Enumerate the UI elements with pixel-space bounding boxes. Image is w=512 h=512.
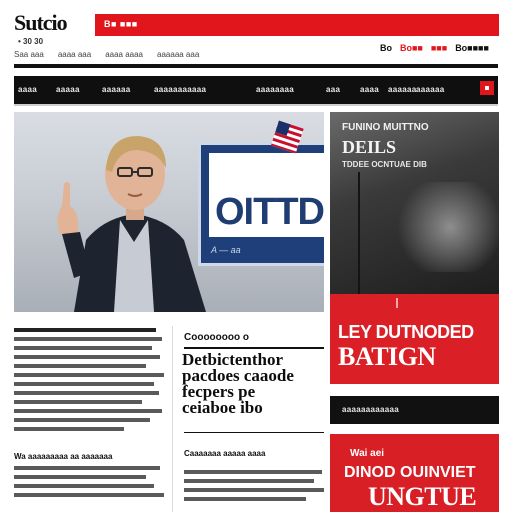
nav-item[interactable]: aaaaaaaa — [256, 85, 294, 94]
top-right-link[interactable]: ■■■ — [431, 43, 447, 53]
nav-item[interactable]: aaaaaa — [416, 85, 445, 94]
side4-kicker: Wai aei — [350, 448, 385, 459]
nav-item[interactable]: aaaa — [360, 85, 379, 94]
side-section-bar[interactable]: aaaaaaaaaaaa — [330, 396, 499, 424]
nav-item[interactable]: aaaa — [18, 85, 37, 94]
nav-item[interactable]: aaaaaaaaaaa — [154, 85, 206, 94]
feature-headline[interactable]: Detbictenthor pacdoes caaode fecpers pe … — [182, 351, 328, 417]
edition-link[interactable]: aaaa aaaa — [105, 50, 143, 59]
edition-link[interactable]: aaaaaa aaa — [157, 50, 199, 59]
text-line — [14, 373, 164, 377]
side4-line-2: UNGTUE — [368, 482, 477, 511]
text-line — [14, 391, 159, 395]
side1-title: DEILS — [342, 137, 397, 157]
nav-item[interactable]: aaaaa — [56, 85, 80, 94]
text-line — [14, 475, 146, 479]
speaker-figure — [57, 136, 206, 312]
pole-image — [358, 172, 360, 294]
text-line — [14, 418, 150, 422]
side3-label: aaaaaaaaaaaa — [342, 405, 399, 414]
us-flag-icon — [270, 120, 304, 154]
lead-story-byline[interactable]: Wa aaaaaaaaa aa aaaaaaa — [14, 452, 112, 461]
side-story-4[interactable]: Wai aei DINOD OUINVIET UNGTUE — [330, 434, 499, 512]
column-divider — [172, 326, 173, 512]
side2-headline: LEY DUTNODED — [338, 322, 474, 342]
text-line — [14, 328, 156, 332]
text-line — [14, 493, 164, 497]
text-line — [14, 337, 162, 341]
top-right-link[interactable]: Bo■■ — [400, 43, 423, 53]
feature-rule — [184, 347, 324, 349]
masthead-subline: • 30 30 — [18, 37, 44, 46]
lead-story-text — [14, 328, 164, 436]
nav-item[interactable]: aaa — [326, 85, 340, 94]
top-banner-label: B■ ■■■ — [104, 19, 138, 29]
top-right-link[interactable]: Bo — [380, 43, 392, 53]
text-line — [184, 479, 314, 483]
feature-text — [184, 470, 324, 506]
side-story-1[interactable]: FUNINO MUITTNO DEILS TDDEE OCNTUAE DIB — [330, 112, 499, 294]
text-line — [14, 382, 154, 386]
side4-line-1: DINOD OUINVIET — [344, 464, 476, 481]
nav-rule — [14, 104, 498, 106]
top-right-links: Bo Bo■■ ■■■ Bo■■■■ — [380, 43, 489, 53]
text-line — [14, 466, 160, 470]
headline-line: ceiaboe ibo — [182, 398, 263, 417]
text-line — [184, 488, 324, 492]
edition-links: Saa aaa aaaa aaa aaaa aaaa aaaaaa aaa — [14, 50, 199, 59]
text-line — [14, 355, 160, 359]
side1-sub: TDDEE OCNTUAE DIB — [342, 160, 427, 169]
side2-marker — [396, 298, 398, 308]
text-line — [14, 409, 162, 413]
text-line — [14, 364, 146, 368]
text-line — [14, 484, 154, 488]
main-nav: aaaa aaaaa aaaaaa aaaaaaaaaaa aaaaaaaa a… — [14, 76, 498, 104]
hero-photo[interactable]: OITTD A — aa — [14, 112, 324, 312]
edition-link[interactable]: aaaa aaa — [58, 50, 91, 59]
top-banner[interactable]: B■ ■■■ — [95, 14, 499, 36]
side-story-2[interactable]: LEY DUTNODED BATIGN — [330, 294, 499, 384]
menu-dot-icon — [485, 86, 489, 90]
text-line — [184, 470, 322, 474]
side1-kicker: FUNINO MUITTNO — [342, 122, 429, 133]
text-line — [184, 497, 306, 501]
nav-item[interactable]: aaaaaa — [102, 85, 131, 94]
text-line — [14, 427, 124, 431]
masthead-rule — [14, 64, 498, 68]
storm-cloud-image — [390, 182, 499, 272]
feature-rule-bottom — [184, 432, 324, 433]
feature-subhead[interactable]: Caaaaaaa aaaaa aaaa — [184, 449, 265, 458]
top-right-link[interactable]: Bo■■■■ — [455, 43, 489, 53]
nav-item[interactable]: aaaaaa — [388, 85, 417, 94]
text-line — [14, 400, 142, 404]
nav-menu-button[interactable] — [480, 81, 494, 95]
feature-kicker[interactable]: Coooooooo o — [184, 332, 249, 343]
text-line — [14, 346, 152, 350]
site-logo[interactable]: Sutcio — [14, 10, 68, 36]
edition-link[interactable]: Saa aaa — [14, 50, 44, 59]
side2-headline-large: BATIGN — [338, 342, 436, 371]
lead-story-text-2 — [14, 466, 164, 502]
